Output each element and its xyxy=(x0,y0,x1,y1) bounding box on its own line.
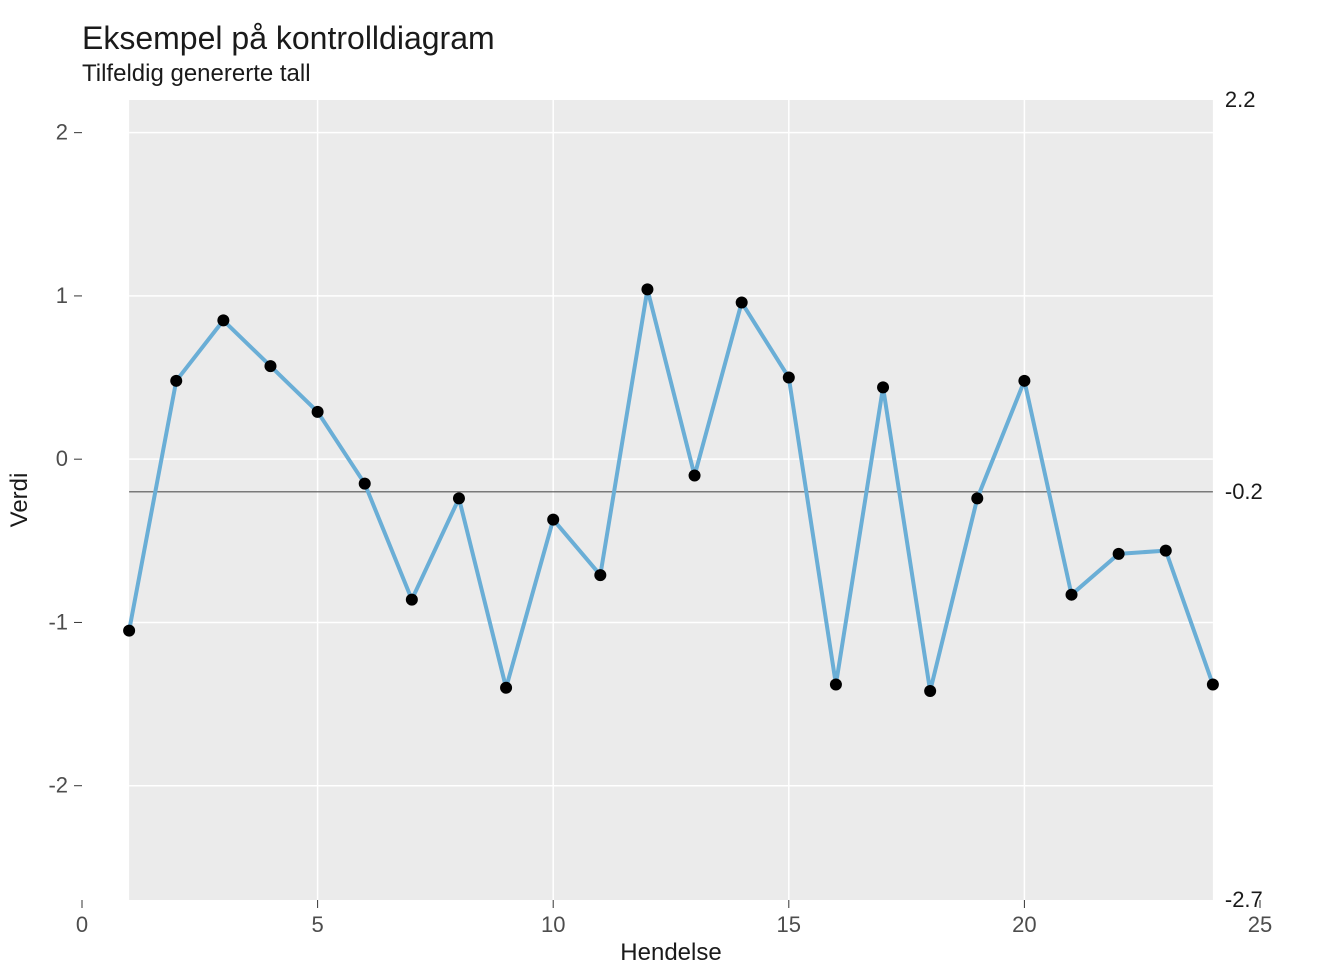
data-point xyxy=(406,594,418,606)
data-point xyxy=(547,514,559,526)
control-chart: Eksempel på kontrolldiagram Tilfeldig ge… xyxy=(0,0,1344,960)
data-point xyxy=(1207,678,1219,690)
data-point xyxy=(1113,548,1125,560)
x-tick-label: 10 xyxy=(541,912,565,937)
y-tick-label: 1 xyxy=(56,283,68,308)
data-point xyxy=(641,283,653,295)
y-axis-label: Verdi xyxy=(6,473,33,528)
data-point xyxy=(783,372,795,384)
limit-label: -0.2 xyxy=(1225,479,1263,504)
data-point xyxy=(971,492,983,504)
data-point xyxy=(123,625,135,637)
x-tick-label: 25 xyxy=(1248,912,1272,937)
x-tick-label: 5 xyxy=(311,912,323,937)
y-tick-label: 0 xyxy=(56,446,68,471)
data-point xyxy=(500,682,512,694)
data-point xyxy=(264,360,276,372)
data-point xyxy=(217,314,229,326)
x-tick-label: 0 xyxy=(76,912,88,937)
data-point xyxy=(594,569,606,581)
y-tick-label: 2 xyxy=(56,120,68,145)
data-point xyxy=(359,478,371,490)
data-point xyxy=(170,375,182,387)
data-point xyxy=(1066,589,1078,601)
plot-svg: 2.2 -0.2 -2.7 0 5 10 15 20 25 -2 -1 0 1 2 Hendelse Verd… xyxy=(0,0,1344,960)
limit-label: -2.7 xyxy=(1225,887,1263,912)
data-point xyxy=(312,406,324,418)
y-tick-label: -2 xyxy=(48,773,68,798)
data-point xyxy=(924,685,936,697)
data-point xyxy=(453,492,465,504)
x-tick-label: 20 xyxy=(1012,912,1036,937)
y-tick-label: -1 xyxy=(48,609,68,634)
data-point xyxy=(1160,545,1172,557)
limit-label: 2.2 xyxy=(1225,87,1256,112)
x-axis-label: Hendelse xyxy=(620,939,721,960)
data-point xyxy=(830,678,842,690)
data-point xyxy=(736,296,748,308)
data-point xyxy=(689,470,701,482)
data-point xyxy=(1018,375,1030,387)
x-tick-label: 15 xyxy=(777,912,801,937)
data-point xyxy=(877,381,889,393)
